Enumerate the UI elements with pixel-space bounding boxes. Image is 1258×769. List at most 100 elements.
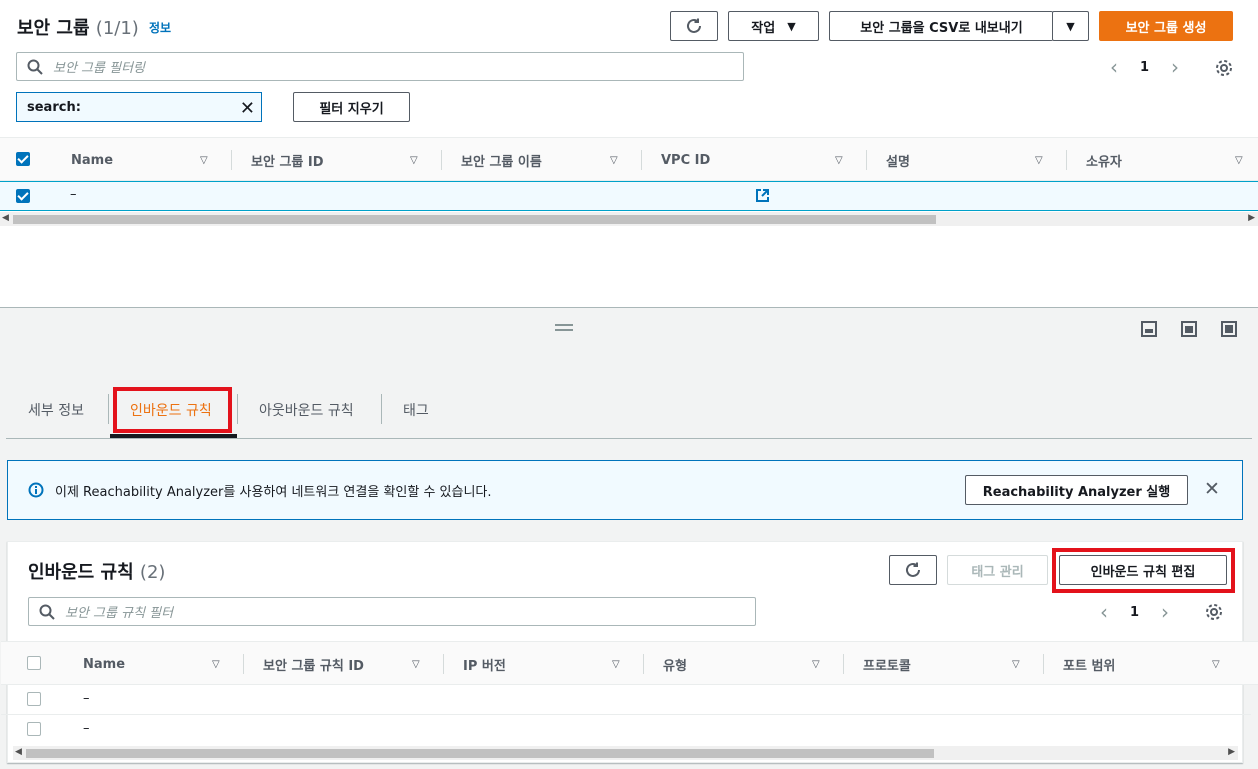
clear-filters-button[interactable]: 필터 지우기: [293, 92, 410, 122]
row-checkbox[interactable]: [27, 722, 41, 736]
sort-icon[interactable]: ▽: [1235, 138, 1243, 182]
row-name: –: [83, 721, 90, 736]
select-all-checkbox[interactable]: [16, 152, 30, 166]
clear-filters-label: 필터 지우기: [319, 101, 384, 117]
column-header-port-range[interactable]: 포트 범위: [1063, 642, 1115, 686]
select-all-checkbox[interactable]: [27, 656, 41, 670]
sort-icon[interactable]: ▽: [200, 138, 208, 182]
sort-icon[interactable]: ▽: [812, 642, 820, 686]
inbound-rules-panel: 인바운드 규칙 (2) 태그 관리 인바운드 규칙 편집 보안 그룹 규칙 필터…: [1, 541, 1258, 763]
run-reachability-analyzer-button[interactable]: Reachability Analyzer 실행: [965, 475, 1188, 505]
sort-icon[interactable]: ▽: [212, 642, 220, 686]
table-row[interactable]: –: [1, 715, 1251, 745]
actions-dropdown[interactable]: 작업 ▼: [728, 11, 819, 41]
view-half-icon[interactable]: [1181, 321, 1197, 337]
table-header: Name ▽ 보안 그룹 규칙 ID ▽ IP 버전 ▽ 유형 ▽ 프로토콜 ▽…: [1, 641, 1258, 685]
security-group-filter-input[interactable]: 보안 그룹 필터링: [16, 52, 744, 81]
resize-handle-line: [555, 329, 573, 331]
alert-message: 이제 Reachability Analyzer를 사용하여 네트워크 연결을 …: [55, 485, 492, 500]
manage-tags-button[interactable]: 태그 관리: [947, 555, 1048, 585]
pagination: ‹ 1 ›: [1100, 600, 1169, 624]
export-dropdown-button[interactable]: ▼: [1052, 11, 1089, 41]
chevron-right-icon[interactable]: ›: [1161, 600, 1169, 624]
sort-icon[interactable]: ▽: [412, 642, 420, 686]
inbound-rule-filter-input[interactable]: 보안 그룹 규칙 필터: [28, 597, 756, 626]
column-header-description[interactable]: 설명: [886, 138, 910, 182]
refresh-button[interactable]: [670, 11, 718, 41]
chevron-right-icon[interactable]: ›: [1171, 55, 1179, 79]
table-row[interactable]: –: [0, 181, 1258, 211]
horizontal-scrollbar[interactable]: ◀ ▶: [13, 746, 1238, 760]
column-header-type[interactable]: 유형: [663, 642, 687, 686]
settings-gear-icon[interactable]: [1205, 603, 1223, 621]
filter-token[interactable]: search: ✕: [16, 92, 262, 122]
table-row[interactable]: –: [1, 685, 1251, 715]
info-icon: [28, 482, 44, 498]
chevron-left-icon[interactable]: ‹: [1100, 600, 1108, 624]
scrollbar-thumb[interactable]: [26, 749, 934, 758]
filter-placeholder: 보안 그룹 필터링: [53, 61, 145, 76]
row-checkbox[interactable]: [27, 692, 41, 706]
column-header-sg-id[interactable]: 보안 그룹 ID: [251, 138, 324, 182]
refresh-button[interactable]: [889, 555, 937, 585]
external-link-icon[interactable]: [755, 188, 770, 203]
create-security-group-button[interactable]: 보안 그룹 생성: [1099, 11, 1233, 41]
page-title: 보안 그룹 (1/1): [17, 14, 139, 40]
sort-icon[interactable]: ▽: [1212, 642, 1220, 686]
row-name: –: [83, 691, 90, 706]
sort-icon[interactable]: ▽: [1012, 642, 1020, 686]
inbound-filter-placeholder: 보안 그룹 규칙 필터: [65, 606, 174, 621]
caret-down-icon: ▼: [787, 19, 796, 33]
page-number[interactable]: 1: [1130, 605, 1139, 620]
page-number[interactable]: 1: [1140, 60, 1149, 75]
sort-icon[interactable]: ▽: [612, 642, 620, 686]
manage-tags-label: 태그 관리: [971, 564, 1024, 580]
view-full-icon[interactable]: [1221, 321, 1237, 337]
export-csv-button[interactable]: 보안 그룹을 CSV로 내보내기: [829, 11, 1053, 41]
close-icon[interactable]: ✕: [1204, 478, 1220, 500]
sort-icon[interactable]: ▽: [835, 138, 843, 182]
column-header-rule-id[interactable]: 보안 그룹 규칙 ID: [263, 642, 364, 686]
column-header-name[interactable]: Name: [71, 138, 113, 182]
create-label: 보안 그룹 생성: [1125, 20, 1207, 36]
column-header-name[interactable]: Name: [83, 642, 125, 686]
tabs-divider: [6, 438, 1252, 439]
security-groups-panel: 보안 그룹 (1/1) 정보 작업 ▼ 보안 그룹을 CSV로 내보내기 ▼ 보…: [0, 0, 1258, 308]
row-name: –: [70, 187, 77, 202]
tab-outbound-rules[interactable]: 아웃바운드 규칙: [259, 396, 354, 424]
tab-details[interactable]: 세부 정보: [28, 396, 84, 424]
column-header-ip-version[interactable]: IP 버전: [463, 642, 506, 686]
table-header: Name ▽ 보안 그룹 ID ▽ 보안 그룹 이름 ▽ VPC ID ▽ 설명…: [0, 137, 1258, 181]
export-csv-label: 보안 그룹을 CSV로 내보내기: [860, 20, 1023, 36]
caret-down-icon: ▼: [1066, 19, 1075, 33]
close-icon[interactable]: ✕: [240, 98, 255, 119]
filter-token-text: search:: [27, 99, 81, 115]
sort-icon[interactable]: ▽: [610, 138, 618, 182]
horizontal-scrollbar[interactable]: ◀ ▶: [0, 212, 1258, 226]
info-alert: 이제 Reachability Analyzer를 사용하여 네트워크 연결을 …: [7, 460, 1243, 520]
refresh-icon: [687, 18, 701, 33]
search-icon: [39, 604, 55, 620]
settings-gear-icon[interactable]: [1215, 59, 1233, 77]
pagination: ‹ 1 ›: [1110, 55, 1179, 79]
inbound-title-text: 인바운드 규칙: [28, 562, 134, 583]
refresh-icon: [906, 562, 920, 577]
sort-icon[interactable]: ▽: [410, 138, 418, 182]
page-title-count: (1/1): [95, 18, 139, 39]
tab-tags[interactable]: 태그: [403, 396, 429, 424]
inbound-count: (2): [139, 562, 166, 583]
inbound-title: 인바운드 규칙 (2): [28, 558, 165, 584]
info-link[interactable]: 정보: [149, 19, 171, 36]
row-checkbox[interactable]: [16, 189, 30, 203]
search-icon: [27, 59, 43, 75]
column-header-vpc-id[interactable]: VPC ID: [661, 138, 710, 182]
chevron-left-icon[interactable]: ‹: [1110, 55, 1118, 79]
column-header-owner[interactable]: 소유자: [1086, 138, 1122, 182]
scrollbar-thumb[interactable]: [13, 215, 936, 224]
sort-icon[interactable]: ▽: [1035, 138, 1043, 182]
column-header-sg-name[interactable]: 보안 그룹 이름: [461, 138, 542, 182]
page-title-text: 보안 그룹: [17, 18, 90, 39]
column-header-protocol[interactable]: 프로토콜: [863, 642, 911, 686]
resize-handle[interactable]: [555, 324, 573, 326]
view-split-icon[interactable]: [1141, 321, 1157, 337]
